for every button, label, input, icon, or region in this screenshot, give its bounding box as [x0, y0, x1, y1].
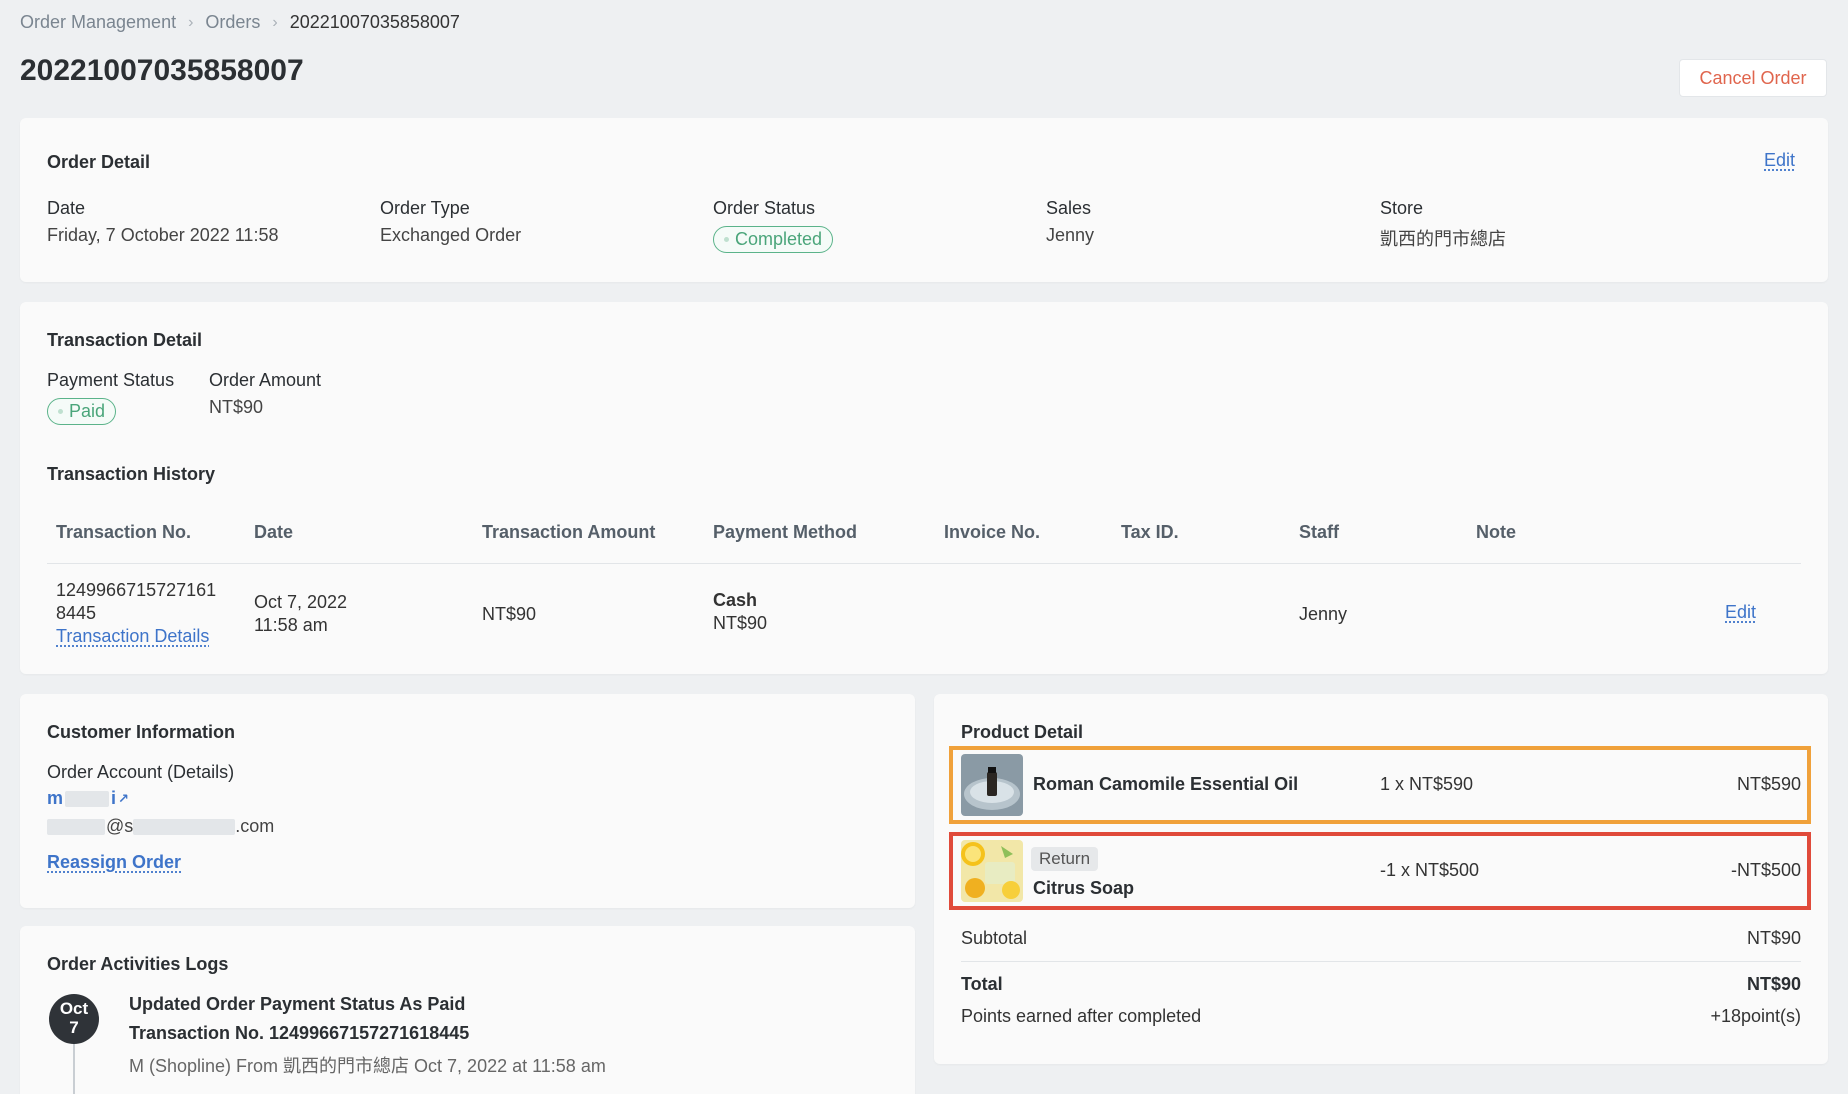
timeline-day: 7 [69, 1018, 79, 1037]
transaction-amount-value: NT$90 [482, 604, 537, 624]
activity-event-title: Updated Order Payment Status As Paid [129, 994, 466, 1014]
order-amount-label: Order Amount [209, 370, 322, 390]
breadcrumb-orders[interactable]: Orders [205, 12, 260, 33]
col-invoice-no: Invoice No. [944, 522, 1041, 542]
table-row: 1249966715727161 8445 Transaction Detail… [56, 580, 216, 647]
product-image-essential-oil [961, 754, 1023, 816]
col-payment-method: Payment Method [713, 522, 858, 542]
product-image-citrus-soap [961, 840, 1023, 902]
return-badge: Return [1031, 847, 1099, 871]
summary-divider [961, 961, 1801, 962]
total-value: NT$90 [1746, 974, 1801, 994]
product-qty-price: 1 x NT$590 [1380, 774, 1474, 794]
payment-status-label: Payment Status [47, 370, 175, 390]
customer-information-card: Customer Information Order Account (Deta… [20, 694, 915, 908]
col-note: Note [1476, 522, 1516, 542]
order-status-value: Completed [735, 229, 823, 249]
email-end: .com [235, 816, 275, 836]
order-account-link[interactable]: m i ↗ [47, 788, 129, 809]
customer-information-title: Customer Information [47, 722, 236, 742]
payment-method-amount: NT$90 [713, 613, 768, 633]
timeline-month: Oct [59, 999, 89, 1019]
sales-value: Jenny [1046, 225, 1095, 245]
transaction-no-line2: 8445 [56, 603, 97, 623]
transaction-edit-link[interactable]: Edit [1725, 602, 1756, 623]
product-name: Roman Camomile Essential Oil [1033, 774, 1299, 794]
product-name: Citrus Soap [1033, 878, 1135, 898]
page-title: 20221007035858007 [20, 54, 304, 87]
account-name-start: m [47, 788, 64, 808]
redacted-text [133, 818, 236, 835]
order-detail-edit-link[interactable]: Edit [1764, 150, 1795, 171]
activity-event: Updated Order Payment Status As Paid Tra… [129, 994, 606, 1078]
col-date: Date [254, 522, 294, 542]
breadcrumb-current: 20221007035858007 [289, 12, 460, 32]
external-link-icon: ↗ [118, 790, 129, 806]
order-activities-title: Order Activities Logs [47, 954, 229, 974]
status-dot-icon [58, 409, 63, 414]
payment-status-badge: Paid [47, 398, 117, 425]
order-type-value: Exchanged Order [380, 225, 522, 245]
status-dot-icon [724, 237, 729, 242]
timeline-date-bubble: Oct 7 [49, 994, 99, 1044]
activity-event-meta: M (Shopline) From 凱西的門市總店 Oct 7, 2022 at… [129, 1056, 606, 1076]
points-label: Points earned after completed [961, 1006, 1202, 1026]
points-value: +18point(s) [1710, 1006, 1801, 1026]
order-status-badge: Completed [713, 226, 834, 253]
subtotal-value: NT$90 [1746, 928, 1801, 948]
sales-label: Sales [1046, 198, 1092, 218]
col-tax-id: Tax ID. [1121, 522, 1179, 542]
store-label: Store [1380, 198, 1424, 218]
breadcrumb-order-management[interactable]: Order Management [20, 12, 176, 33]
product-line-total: -NT$500 [1730, 860, 1801, 880]
col-transaction-no: Transaction No. [56, 522, 192, 542]
order-type-label: Order Type [380, 198, 470, 218]
transaction-date-line1: Oct 7, 2022 [254, 592, 348, 612]
table-header-divider [47, 563, 1801, 564]
chevron-right-icon: › [188, 13, 194, 31]
cancel-order-button[interactable]: Cancel Order [1679, 59, 1827, 97]
date-label: Date [47, 198, 86, 218]
staff-value: Jenny [1299, 604, 1348, 624]
transaction-detail-card: Transaction Detail Payment Status Paid O… [20, 302, 1828, 674]
reassign-order-link[interactable]: Reassign Order [47, 852, 181, 873]
product-qty-price: -1 x NT$500 [1380, 860, 1480, 880]
customer-email: @s .com [47, 816, 274, 837]
transaction-no-line1: 1249966715727161 [56, 580, 217, 600]
activity-event-subtitle: Transaction No. 12499667157271618445 [129, 1023, 470, 1043]
total-label: Total [961, 974, 1003, 994]
account-name-end: i [111, 788, 117, 808]
order-amount-value: NT$90 [209, 397, 264, 417]
store-value: 凱西的門市總店 [1380, 229, 1506, 249]
order-status-label: Order Status [713, 198, 816, 218]
redacted-text [65, 790, 110, 807]
email-middle: @s [106, 816, 134, 836]
chevron-right-icon: › [272, 13, 278, 31]
date-value: Friday, 7 October 2022 11:58 [47, 225, 279, 245]
order-activities-card: Order Activities Logs Oct 7 Updated Orde… [20, 926, 915, 1094]
transaction-date-line2: 11:58 am [254, 615, 328, 635]
order-account-label: Order Account (Details) [47, 762, 235, 782]
transaction-details-link[interactable]: Transaction Details [56, 626, 216, 647]
subtotal-label: Subtotal [961, 928, 1028, 948]
col-transaction-amount: Transaction Amount [482, 522, 656, 542]
order-detail-card: Order Detail Edit Date Friday, 7 October… [20, 118, 1828, 282]
product-detail-card: Product Detail Roman Camomile Essential … [934, 694, 1828, 1064]
transaction-detail-title: Transaction Detail [47, 330, 203, 350]
redacted-text [47, 818, 105, 835]
col-staff: Staff [1299, 522, 1339, 542]
transaction-history-title: Transaction History [47, 464, 216, 484]
order-detail-title: Order Detail [47, 152, 151, 172]
payment-status-value: Paid [69, 401, 106, 421]
payment-method-name: Cash [713, 590, 758, 610]
transaction-date-cell: Oct 7, 2022 11:58 am [254, 592, 347, 636]
breadcrumb: Order Management › Orders › 202210070358… [20, 12, 460, 33]
product-detail-title: Product Detail [961, 722, 1084, 742]
payment-method-cell: Cash NT$90 [713, 590, 767, 634]
product-line-total: NT$590 [1736, 774, 1801, 794]
